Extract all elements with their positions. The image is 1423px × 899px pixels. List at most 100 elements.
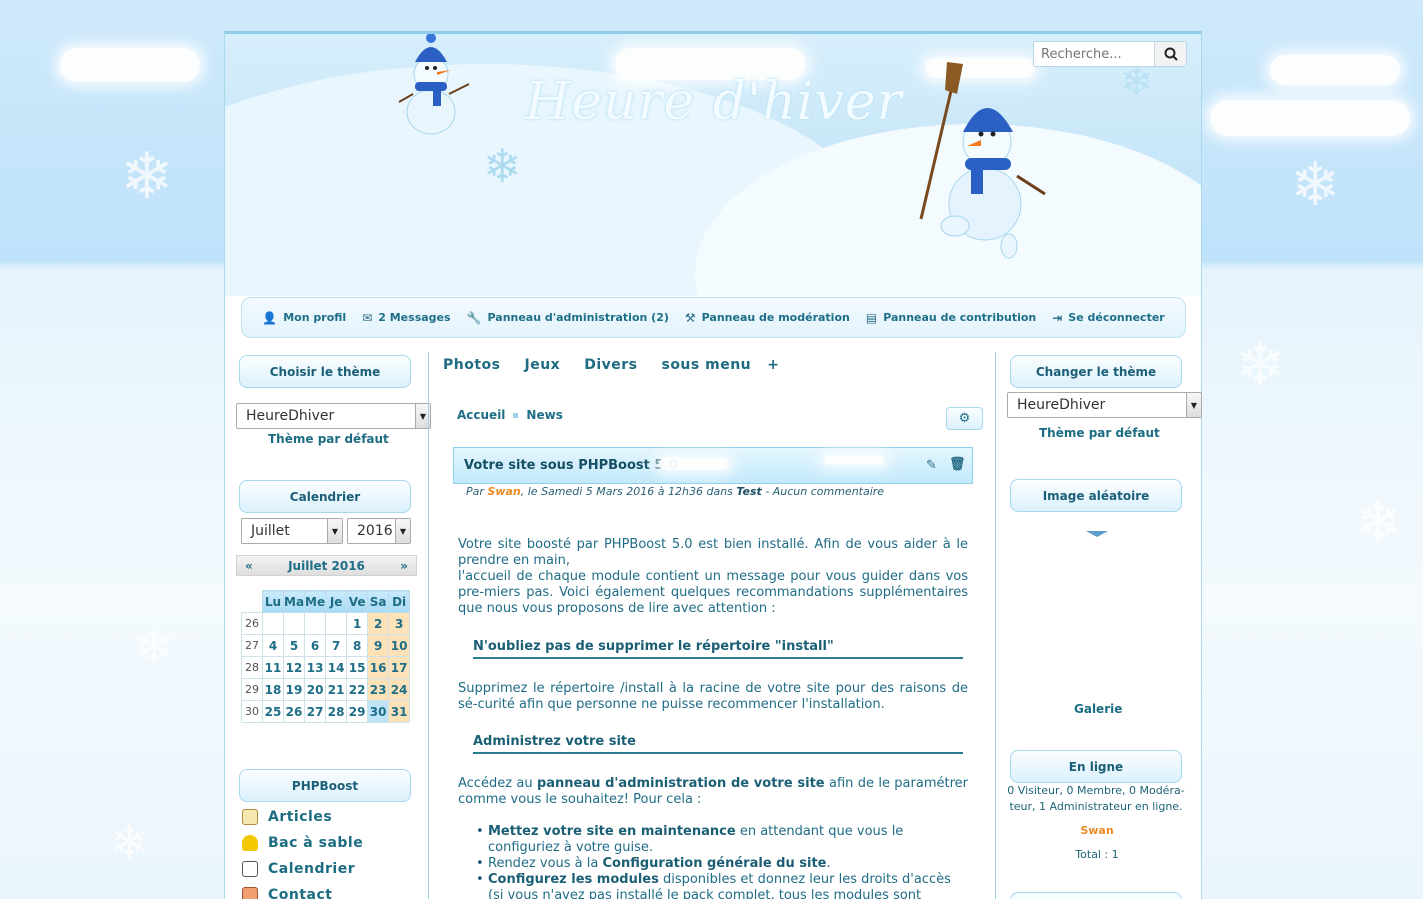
nav-divers[interactable]: Divers [584,357,637,373]
admin-panel-inline-link[interactable]: panneau d'administration de votre site [537,776,825,791]
calendar-day[interactable]: 2 [367,612,390,635]
contribution-panel-link[interactable]: ▤ Panneau de contribution [866,311,1036,325]
article-paragraph: Votre site boosté par PHPBoost 5.0 est b… [458,537,968,617]
theme-select[interactable]: HeureDhiver ▼ [236,403,431,429]
article-category[interactable]: Test [736,485,761,498]
calendar-day[interactable]: 4 [262,634,284,657]
calendar-day[interactable]: 1 [346,612,369,635]
change-theme-title: Changer le thème [1010,355,1182,388]
calendar-day[interactable]: 27 [304,700,327,723]
calendar-day[interactable]: 24 [388,678,411,701]
calendar-day[interactable]: 16 [367,656,390,679]
online-user[interactable]: Swan [997,824,1197,837]
nav-sous-menu-label: sous menu [661,357,752,373]
calendar-day[interactable]: 29 [346,700,369,723]
calendar-day [262,612,284,635]
chevron-down-icon: ▼ [327,519,342,543]
nav-photos[interactable]: Photos [443,357,501,373]
year-select[interactable]: 2016 ▼ [347,518,411,544]
calendar-day[interactable]: 9 [367,634,390,657]
month-select[interactable]: Juillet ▼ [241,518,343,544]
calendar-day[interactable]: 3 [388,612,411,635]
admin-panel-label: Panneau d'administration (2) [487,311,669,324]
calendar-day[interactable]: 15 [346,656,369,679]
calendar-day[interactable]: 22 [346,678,369,701]
calendar-days-row: Lu Ma Me Je Ve Sa Di [242,590,411,613]
calendar-day[interactable]: 19 [282,678,306,701]
main-content: Photos Jeux Divers sous menu + Accueil N… [428,352,996,899]
calendar-prev-button[interactable]: « [245,559,253,573]
day-header: Ma [282,590,306,613]
breadcrumb-news[interactable]: News [526,408,562,422]
right-theme-default-label: Thème par défaut [1039,426,1160,440]
main-navigation: Photos Jeux Divers sous menu + [443,357,780,373]
calendar-day[interactable]: 14 [325,656,348,679]
snowflake-icon: ❄ [110,815,149,869]
nav-sous-menu[interactable]: sous menu + [661,357,779,373]
article-author[interactable]: Swan [487,485,520,498]
breadcrumb-home[interactable]: Accueil [457,408,505,422]
search-input[interactable] [1034,42,1154,66]
calendar-day-today[interactable]: 30 [367,700,390,723]
right-theme-select[interactable]: HeureDhiver ▼ [1007,392,1202,418]
calendar-day[interactable]: 10 [388,634,411,657]
calendar-day[interactable]: 26 [282,700,306,723]
nav-jeux[interactable]: Jeux [525,357,561,373]
logout-link[interactable]: ⇥ Se déconnecter [1052,311,1164,325]
moderation-panel-link[interactable]: ⚒ Panneau de modération [685,311,850,325]
edit-icon[interactable]: ✎ [926,458,937,473]
random-image-title: Image aléatoire [1010,479,1182,512]
pencil-note-icon [242,809,258,825]
calendar-day[interactable]: 25 [262,700,284,723]
day-header: Ve [346,590,369,613]
menu-item-articles[interactable]: Articles [242,809,332,825]
settings-button[interactable]: ⚙ [946,407,983,430]
menu-item-calendar[interactable]: Calendrier [242,861,355,877]
chevron-down-icon: ▼ [395,519,410,543]
theme-select-value: HeureDhiver [246,408,335,424]
calendar-day[interactable]: 18 [262,678,284,701]
week-number: 28 [241,656,263,679]
menu-item-sandbox[interactable]: Bac à sable [242,835,363,851]
week-number: 27 [241,634,263,657]
calendar-day[interactable]: 17 [388,656,411,679]
online-summary: 0 Visiteur, 0 Membre, 0 Modéra-teur, 1 A… [1007,784,1185,813]
calendar-day[interactable]: 6 [304,634,327,657]
list-item-link[interactable]: Configuration générale du site [603,856,827,871]
calendar-day[interactable]: 12 [282,656,306,679]
paragraph-text: Accédez au [458,776,533,791]
list-item-link[interactable]: Mettez votre site en maintenance [488,824,736,839]
calendar-day[interactable]: 5 [282,634,306,657]
search-button[interactable] [1154,42,1186,66]
calendar-day[interactable]: 13 [304,656,327,679]
calendar-day[interactable]: 11 [262,656,284,679]
calendar-day[interactable]: 28 [325,700,348,723]
next-box-title [1010,892,1182,899]
calendar-day[interactable]: 21 [325,678,348,701]
calendar-week-row: 27 4 5 6 7 8 9 10 [241,634,411,657]
admin-panel-link[interactable]: 🔧 Panneau d'administration (2) [467,311,669,325]
snowflake-icon: ❄ [1290,150,1341,220]
menu-item-contact[interactable]: Contact [242,887,333,899]
section-heading: N'oubliez pas de supprimer le répertoire… [473,639,963,659]
calendar-day[interactable]: 8 [346,634,369,657]
gallery-link[interactable]: Galerie [1074,702,1122,716]
article-comments[interactable]: - Aucun commentaire [765,485,884,498]
calendar-day[interactable]: 7 [325,634,348,657]
article-title[interactable]: Votre site sous PHPBoost 5.0 [464,458,677,473]
site-logo[interactable]: Heure d'hiver [525,72,902,132]
meta-par: Par [466,485,484,498]
calendar-day[interactable]: 31 [388,700,411,723]
breadcrumb: Accueil News [457,408,563,422]
calendar-next-button[interactable]: » [400,559,408,573]
delete-icon[interactable]: 🗑 [949,457,966,472]
messages-link[interactable]: ✉ 2 Messages [362,311,450,325]
calendar-day[interactable]: 23 [367,678,390,701]
day-header: Sa [367,590,390,613]
calendar-day[interactable]: 20 [304,678,327,701]
search-box [1033,41,1187,67]
list-item-link[interactable]: Configurez les modules [488,872,659,887]
meta-date: , le Samedi 5 Mars 2016 à 12h36 dans [520,485,733,498]
profile-link[interactable]: 👤 Mon profil [262,311,346,325]
theme-default-label: Thème par défaut [268,432,389,446]
